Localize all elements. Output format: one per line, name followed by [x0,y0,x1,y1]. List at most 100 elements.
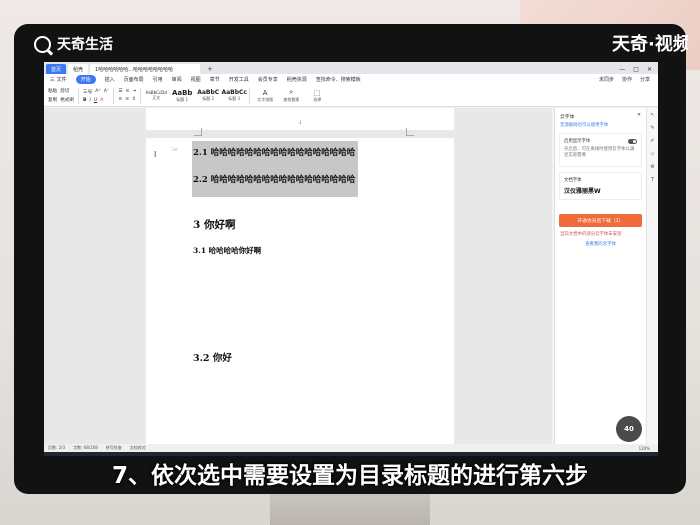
option-label: 启用显示字体 [564,139,591,144]
edit-icon[interactable]: ✐ [650,138,654,144]
menu-view[interactable]: 视图 [191,76,201,83]
indent-icon[interactable]: ⇥ [132,89,136,94]
font-option-section: 启用显示字体 开启后，可在离线时使用云字体以满足实际需要 [559,133,642,167]
style-heading-3[interactable]: AaBbCc 标题 3 [221,89,247,102]
maximize-button[interactable]: □ [633,66,639,73]
line-spacing-icon[interactable]: ↕ [132,97,136,102]
style-normal[interactable]: AaBbCcDd 正文 [145,90,167,101]
select-button[interactable]: ⬚ 选择 [306,89,328,103]
style-name: 正文 [152,95,161,100]
copy-button[interactable]: 复制 [48,97,57,103]
tab-label: 首页 [51,66,62,73]
minimize-button[interactable]: — [619,66,625,73]
button-label: 选择 [313,96,322,102]
numbered-list-icon[interactable]: ≡ [125,89,129,94]
heading-3[interactable]: 3 你好啊 [193,217,235,232]
menu-member[interactable]: 会员专享 [258,76,278,83]
text-cursor-icon: I [154,150,157,159]
heading-3-1[interactable]: 3.1 哈哈哈哈你好啊 [193,245,261,256]
find-replace-button[interactable]: ⌕ 查找替换 [280,88,302,103]
style-heading-1[interactable]: AaBb 标题 1 [171,89,193,103]
tab-label: 稻壳 [73,66,84,73]
font-icon[interactable]: T [651,177,654,183]
tab-label: 1哈哈哈哈哈哈...哈哈哈哈哈哈哈哈 [95,66,173,73]
cloud-font-panel: 云字体 ✕ 无须联网也可以使用字体 启用显示字体 开启后，可在离线时使用云字体以… [554,108,646,444]
brand-logo-icon [34,35,51,53]
shrink-font-icon[interactable]: A⁻ [104,89,110,94]
heading-3-2[interactable]: 3.2 你好 [193,350,232,364]
font-color-icon[interactable]: A [100,98,103,103]
panel-title: 云字体 [560,115,575,120]
shape-icon[interactable]: ◇ [651,151,655,157]
cursor-icon: ⬚ [313,88,321,97]
brand-name: 天奇生活 [57,37,113,53]
menu-references[interactable]: 引用 [153,76,163,83]
bullet-list-icon[interactable]: ☰ [118,89,122,94]
style-sample: AaBbCc [221,89,247,96]
tab-document[interactable]: 1哈哈哈哈哈哈...哈哈哈哈哈哈哈哈 [90,64,201,74]
collaborate-button[interactable]: 协作 [622,76,632,83]
tab-docer[interactable]: 稻壳 [68,64,89,74]
format-painter-button[interactable]: 格式刷 [60,97,74,103]
text-tools-button[interactable]: A 文字排版 [254,89,276,103]
pointer-icon[interactable]: ↖ [650,112,654,118]
heading-2-2[interactable]: 2.2 哈哈哈哈哈哈哈哈哈哈哈哈哈哈哈哈哈 [193,173,355,185]
divider [78,87,79,104]
menu-file[interactable]: 三 文件 [50,76,67,83]
brand-watermark-left: 天奇生活 [34,34,113,54]
paragraph-handle-icon[interactable]: ⁝≡ [171,146,178,153]
divider [113,87,115,104]
align-left-icon[interactable]: ≡ [118,97,122,102]
align-center-icon[interactable]: ≡ [125,97,129,102]
close-icon[interactable]: ✕ [637,113,641,120]
button-label: 查找替换 [283,97,300,102]
word-count[interactable]: 字数: 68/168 [73,445,98,451]
menu-bar: 三 文件 开始 插入 页面布局 引用 审阅 视图 章节 开发工具 会员专享 稻壳… [44,74,658,85]
underline-icon[interactable]: U [94,98,97,103]
spell-check[interactable]: 拼写检查 [106,445,122,451]
cloud-font-toggle[interactable] [628,138,637,144]
network-speed-badge: 40 [616,416,642,442]
page-count: 页数: 2/3 [48,445,66,450]
style-name: 标题 2 [202,96,215,101]
paste-button[interactable]: 粘贴 [48,88,57,94]
menu-review[interactable]: 审阅 [172,76,182,83]
section-title: 文档字体 [564,178,582,183]
previous-page-bottom [146,108,454,130]
cut-button[interactable]: 剪切 [60,88,69,94]
share-button[interactable]: 分享 [640,76,650,83]
menu-page-layout[interactable]: 页面布局 [124,76,144,83]
document-proofread[interactable]: 文档校对 [130,445,146,451]
my-fonts-link[interactable]: 查看我的云字体 [560,241,641,247]
panel-info-link[interactable]: 无须联网也可以使用字体 [555,122,646,128]
menu-right-actions: 未同步 协作 分享 [599,76,658,83]
font-group: 三号 A⁺ A⁻ B I U A [83,89,109,103]
style-heading-2[interactable]: AaBbC 标题 2 [197,89,219,102]
zoom-level[interactable]: 120% [639,446,658,451]
menu-start[interactable]: 开始 [75,75,96,84]
menu-insert[interactable]: 插入 [105,76,115,83]
download-font-button[interactable]: 开通会员后下载（1） [559,214,642,227]
bold-icon[interactable]: B [83,98,87,103]
menu-docer[interactable]: 稻壳资源 [287,76,307,83]
divider [249,87,251,104]
title-bar: 首页 稻壳 1哈哈哈哈哈哈...哈哈哈哈哈哈哈哈 + — □ ✕ [44,62,658,74]
menu-developer[interactable]: 开发工具 [229,76,249,83]
heading-2-1[interactable]: 2.1 哈哈哈哈哈哈哈哈哈哈哈哈哈哈哈哈哈 [193,146,355,158]
style-sample: AaBb [171,88,193,97]
close-button[interactable]: ✕ [647,66,652,73]
tab-home[interactable]: 首页 [46,64,67,74]
page-top-marker: ↓ [298,120,303,126]
new-tab-button[interactable]: + [202,64,218,74]
style-sample: AaBbC [197,89,220,96]
grow-font-icon[interactable]: A⁺ [95,89,101,94]
command-search[interactable]: 查找命令、搜索模板 [316,76,361,83]
italic-icon[interactable]: I [90,98,91,103]
option-description: 开启后，可在离线时使用云字体以满足实际需要 [564,147,635,158]
style-icon[interactable]: ✎ [650,125,654,131]
menu-chapter[interactable]: 章节 [210,76,220,83]
text-tools-icon: A [262,88,268,97]
settings-icon[interactable]: ⚙ [650,164,654,170]
font-size-select[interactable]: 三号 [83,89,92,95]
sync-status[interactable]: 未同步 [599,76,614,83]
